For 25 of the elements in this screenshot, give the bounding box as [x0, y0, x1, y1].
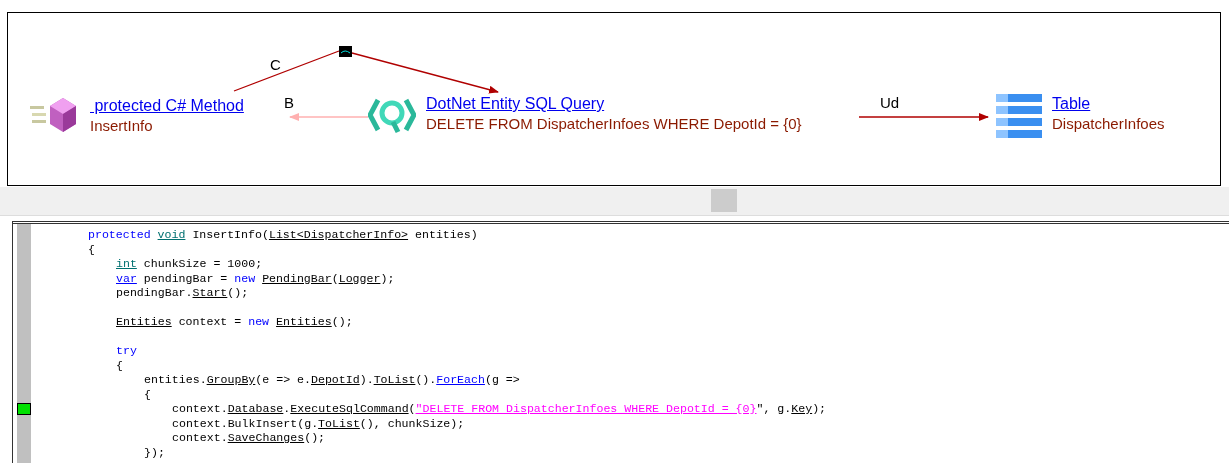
- code-line: context.BulkInsert(g.ToList(), chunkSize);: [172, 416, 466, 431]
- edge-label: C: [270, 57, 281, 72]
- splitter-handle[interactable]: [711, 189, 737, 212]
- code-line: Entities context = new Entities();: [116, 315, 354, 330]
- node-title-link[interactable]: protected C# Method: [90, 96, 244, 116]
- code-line: try: [116, 344, 138, 359]
- code-line: {: [144, 387, 152, 402]
- edge-label: Ud: [880, 95, 900, 110]
- code-line: pendingBar.Start();: [116, 286, 250, 301]
- code-line: {: [116, 358, 124, 373]
- code-line: entities.GroupBy(e => e.DepotId).ToList().ForEach(g =>: [144, 373, 521, 388]
- code-line: protected void InsertInfo(List<DispatcherInfo> entities): [88, 228, 479, 243]
- code-line: var pendingBar = new PendingBar(Logger);: [116, 271, 396, 286]
- table-icon: [996, 94, 1042, 140]
- code-line: });: [144, 445, 166, 460]
- node-title-link[interactable]: Table: [1052, 94, 1165, 114]
- node-subtitle: InsertInfo: [90, 116, 154, 136]
- code-line: context.SaveChanges();: [172, 431, 327, 446]
- code-line: int chunkSize = 1000;: [116, 257, 264, 272]
- node-subtitle: DELETE FROM DispatcherInfoes WHERE DepotId = {0}: [426, 114, 802, 134]
- code-line: context.Database.ExecuteSqlCommand("DELETE FROM DispatcherInfoes WHERE DepotId = {0}", g.Key);: [172, 402, 827, 417]
- node-subtitle: DispatcherInfoes: [1052, 114, 1165, 134]
- edge-label: B: [284, 95, 294, 110]
- code-line: {: [88, 242, 96, 257]
- node-title-link[interactable]: DotNet Entity SQL Query: [426, 94, 802, 114]
